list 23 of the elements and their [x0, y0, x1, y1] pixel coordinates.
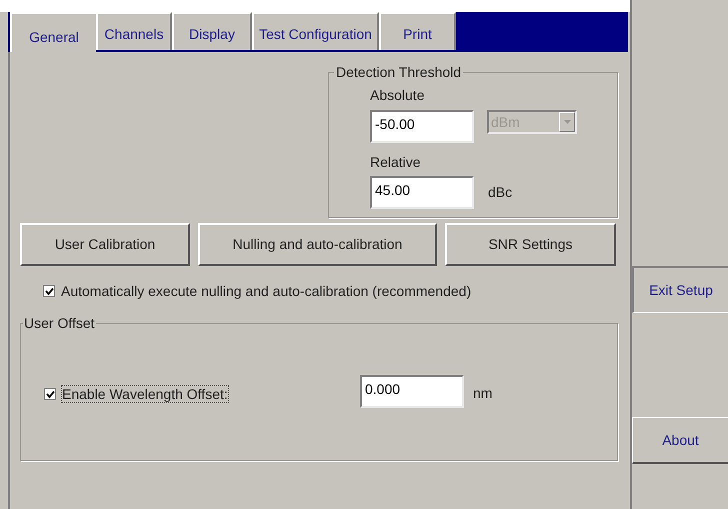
checkbox-label: Automatically execute nulling and auto-calibration (recommended) [61, 282, 472, 301]
checkbox-label: Enable Wavelength Offset: [61, 385, 229, 403]
tab[interactable]: General [10, 12, 96, 52]
tab[interactable]: Channels [96, 12, 172, 50]
unit-label: dBc [488, 183, 512, 202]
field-label: Relative [370, 154, 422, 170]
unit-label: nm [473, 384, 492, 403]
group-title: User Offset [23, 315, 96, 331]
tab[interactable]: Test Configuration [252, 12, 379, 50]
tab[interactable]: Print [379, 12, 456, 50]
button[interactable]: User Calibration [20, 223, 190, 266]
side-button[interactable]: Exit Setup [632, 266, 728, 313]
checkbox[interactable] [44, 388, 56, 400]
button[interactable]: Nulling and auto-calibration [198, 223, 437, 266]
input-field[interactable]: 45.00 [370, 176, 474, 209]
input-field[interactable]: -50.00 [370, 110, 474, 143]
side-button[interactable]: About [632, 417, 728, 464]
tab[interactable]: Display [172, 12, 252, 50]
input-field[interactable]: 0.000 [360, 375, 464, 408]
group-title: Detection Threshold [334, 64, 464, 80]
field-label: Absolute [370, 87, 426, 103]
button[interactable]: SNR Settings [445, 223, 616, 266]
checkbox[interactable] [43, 285, 55, 297]
